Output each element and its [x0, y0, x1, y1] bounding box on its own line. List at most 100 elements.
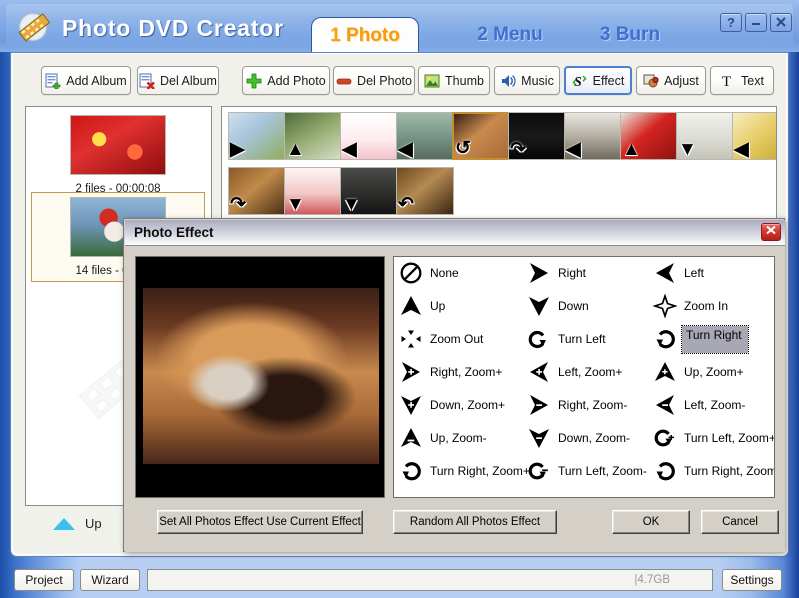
- random-all-photos-effect-button[interactable]: Random All Photos Effect: [393, 510, 557, 534]
- help-button[interactable]: ?: [720, 13, 742, 32]
- photo-thumbnail[interactable]: ↺: [452, 112, 510, 160]
- album-thumbnail: [70, 115, 166, 175]
- text-button[interactable]: T Text: [710, 66, 774, 95]
- effect-item-zoom-out[interactable]: Zoom Out: [398, 325, 485, 353]
- del-album-icon: [139, 73, 155, 89]
- dialog-close-icon[interactable]: [761, 223, 781, 241]
- photo-thumbnail[interactable]: ▲: [284, 112, 342, 160]
- add-album-label: Add Album: [66, 73, 127, 88]
- minus-icon: [336, 73, 352, 89]
- turn-left-minus-icon: [526, 459, 552, 483]
- photo-thumbnail[interactable]: ◀: [396, 112, 454, 160]
- album-list-item[interactable]: 2 files - 00:00:08: [34, 115, 202, 195]
- photo-effect-badge-up: ▲: [286, 139, 305, 160]
- effect-item-zoom-in[interactable]: Zoom In: [652, 292, 730, 320]
- effect-item-turn-right[interactable]: Turn Right: [652, 324, 749, 354]
- effect-item-left-zoom[interactable]: Left, Zoom+: [526, 358, 624, 386]
- effect-button[interactable]: S Effect: [564, 66, 632, 95]
- photo-thumbnail[interactable]: ◀: [564, 112, 622, 160]
- photo-thumbnail[interactable]: ◀: [340, 112, 398, 160]
- del-album-label: Del Album: [160, 73, 217, 88]
- cancel-button[interactable]: Cancel: [701, 510, 779, 534]
- music-button[interactable]: Music: [494, 66, 560, 95]
- effect-item-turn-left-zoom[interactable]: Turn Left, Zoom-: [526, 457, 649, 485]
- thumb-button[interactable]: Thumb: [418, 66, 490, 95]
- arrow-up-icon: [398, 294, 424, 318]
- photo-thumbnail[interactable]: ↷: [228, 167, 286, 215]
- photo-effect-badge-turn-right: ↷: [510, 139, 526, 160]
- effect-item-left-zoom[interactable]: Left, Zoom-: [652, 391, 747, 419]
- arrow-up-plus-icon: [652, 360, 678, 384]
- effect-item-label: Up: [430, 299, 446, 313]
- effect-item-right[interactable]: Right: [526, 259, 588, 287]
- add-photo-button[interactable]: Add Photo: [242, 66, 330, 95]
- application-window: Photo DVD Creator ? 1 Photo 2 Menu 3 Bur…: [0, 0, 799, 598]
- adjust-button[interactable]: Adjust: [636, 66, 706, 95]
- svg-text:S: S: [574, 75, 582, 89]
- photo-effect-badge-down-zoom-minus: ▼: [678, 139, 697, 160]
- project-button[interactable]: Project: [14, 569, 74, 591]
- effect-item-turn-right-zoom[interactable]: Turn Right, Zoom+: [398, 457, 532, 485]
- photo-thumbnail[interactable]: ↷: [508, 112, 566, 160]
- ok-button[interactable]: OK: [612, 510, 690, 534]
- effect-preview-box: [135, 256, 385, 498]
- text-label: Text: [741, 73, 764, 88]
- effect-item-down[interactable]: Down: [526, 292, 591, 320]
- up-button[interactable]: Up: [53, 516, 102, 531]
- effect-item-label: Turn Right, Zoom+: [430, 464, 530, 478]
- tab-photo[interactable]: 1 Photo: [311, 17, 419, 54]
- arrow-right-minus-icon: [526, 393, 552, 417]
- photo-thumbnail[interactable]: ↶: [396, 167, 454, 215]
- minimize-button[interactable]: [745, 13, 767, 32]
- tab-menu[interactable]: 2 Menu: [455, 17, 565, 54]
- capacity-label: |4.7GB: [634, 574, 670, 586]
- settings-label: Settings: [730, 573, 774, 587]
- music-label: Music: [521, 73, 554, 88]
- add-album-button[interactable]: Add Album: [41, 66, 131, 95]
- effect-item-label: Down: [558, 299, 589, 313]
- settings-button[interactable]: Settings: [722, 569, 782, 591]
- effect-item-up[interactable]: Up: [398, 292, 447, 320]
- photo-thumbnail[interactable]: ◀: [732, 112, 776, 160]
- photo-thumbnail[interactable]: ▼: [340, 167, 398, 215]
- set-all-photos-effect-button[interactable]: Set All Photos Effect Use Current Effect: [157, 510, 363, 534]
- effect-item-none[interactable]: None: [398, 259, 461, 287]
- effect-item-label: Turn Left, Zoom-: [558, 464, 647, 478]
- turn-left-plus-icon: [652, 426, 678, 450]
- arrow-left-minus-icon: [652, 393, 678, 417]
- close-button[interactable]: [770, 13, 792, 32]
- effect-item-turn-right-zoom[interactable]: Turn Right, Zoom-: [652, 457, 774, 485]
- add-album-icon: [45, 73, 61, 89]
- random-label: Random All Photos Effect: [409, 516, 541, 528]
- effects-list[interactable]: None Right Left Up Down Zoom In Zoom Out Turn L…: [393, 256, 775, 498]
- effect-item-label: Zoom Out: [430, 332, 484, 346]
- dialog-title-bar: Photo Effect: [125, 220, 785, 246]
- effect-item-down-zoom[interactable]: Down, Zoom+: [398, 391, 507, 419]
- effect-item-label: Right, Zoom+: [430, 365, 503, 379]
- effect-item-down-zoom[interactable]: Down, Zoom-: [526, 424, 632, 452]
- effect-item-left[interactable]: Left: [652, 259, 706, 287]
- effect-item-up-zoom[interactable]: Up, Zoom+: [652, 358, 746, 386]
- wizard-button[interactable]: Wizard: [80, 569, 140, 591]
- arrow-down-icon: [526, 294, 552, 318]
- photo-thumbnail[interactable]: ▼: [676, 112, 734, 160]
- effect-item-right-zoom[interactable]: Right, Zoom+: [398, 358, 504, 386]
- svg-text:T: T: [722, 74, 731, 89]
- del-photo-button[interactable]: Del Photo: [333, 66, 415, 95]
- photo-thumbnail[interactable]: ▶: [228, 112, 286, 160]
- effect-item-label: Turn Left, Zoom+: [684, 431, 775, 445]
- photo-effect-badge-left-zoom-plus: ◀: [734, 139, 749, 160]
- effect-item-right-zoom[interactable]: Right, Zoom-: [526, 391, 629, 419]
- del-album-button[interactable]: Del Album: [137, 66, 219, 95]
- effect-item-up-zoom[interactable]: Up, Zoom-: [398, 424, 489, 452]
- tab-burn[interactable]: 3 Burn: [575, 17, 685, 54]
- photo-effect-badge-right: ▶: [230, 139, 245, 160]
- effect-item-turn-left-zoom[interactable]: Turn Left, Zoom+: [652, 424, 775, 452]
- effect-item-turn-left[interactable]: Turn Left: [526, 325, 608, 353]
- set-all-label: Set All Photos Effect Use Current Effect: [159, 516, 361, 528]
- effect-item-label: Right, Zoom-: [558, 398, 628, 412]
- photo-effect-dialog: Photo Effect None Right Left Up Down Zoom In Z…: [123, 218, 785, 552]
- photo-thumbnail[interactable]: ▲: [620, 112, 678, 160]
- photo-thumbnail[interactable]: ▼: [284, 167, 342, 215]
- tab-photo-label: Photo: [346, 25, 400, 46]
